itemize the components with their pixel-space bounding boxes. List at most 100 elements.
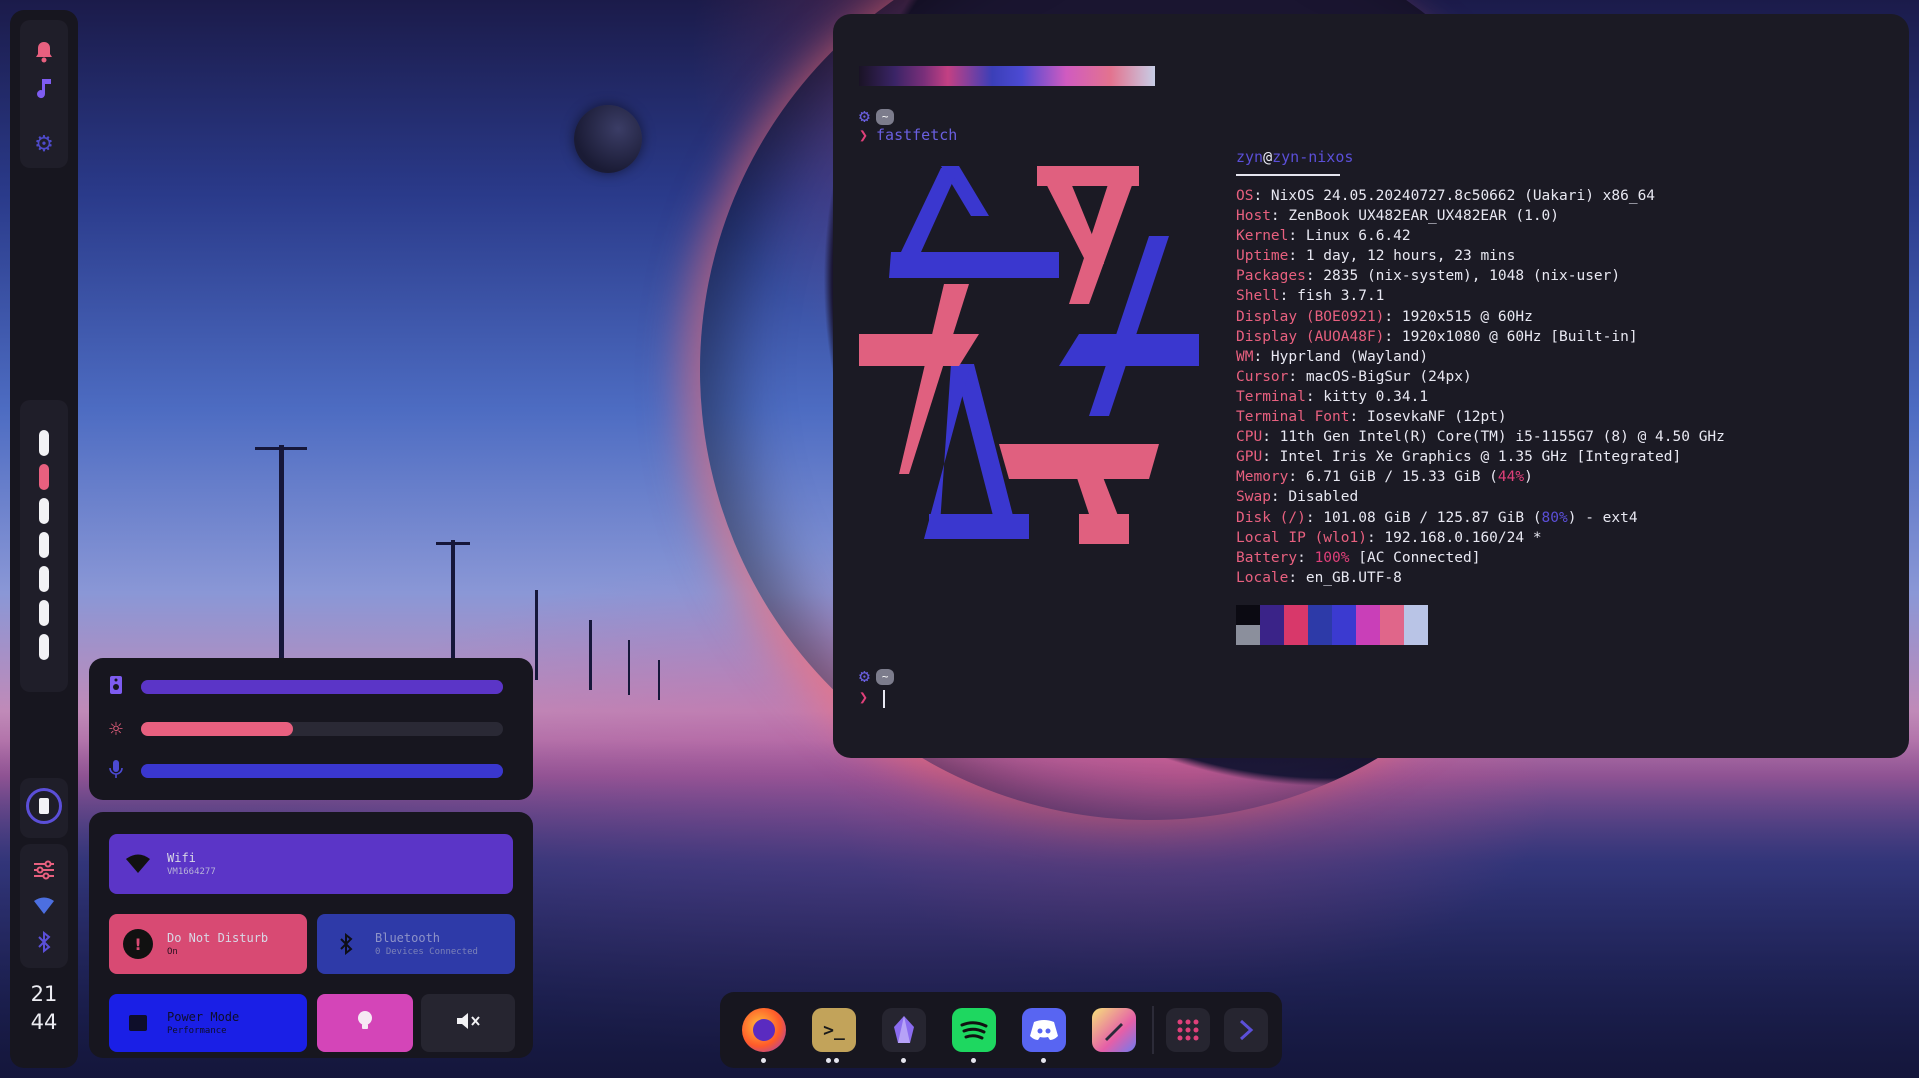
workspace-indicator-5[interactable] — [39, 566, 49, 592]
wallpaper-pole — [589, 620, 592, 690]
color-swatch — [1284, 605, 1308, 625]
system-tray-group — [20, 844, 68, 968]
fastfetch-separator — [1236, 174, 1340, 176]
nixos-logo — [859, 166, 1199, 544]
fastfetch-line: WM: Hyprland (Wayland) — [1236, 347, 1725, 367]
color-picker-icon[interactable] — [1092, 1008, 1136, 1052]
fastfetch-info: OS: NixOS 24.05.20240727.8c50662 (Uakari… — [1236, 186, 1725, 588]
running-indicator — [826, 1058, 839, 1063]
fastfetch-line: Terminal Font: IosevkaNF (12pt) — [1236, 407, 1725, 427]
battery-icon[interactable] — [26, 788, 62, 824]
power-mode-status: Performance — [167, 1026, 227, 1036]
running-indicator — [761, 1058, 766, 1063]
fastfetch-key: Terminal — [1236, 388, 1306, 405]
terminal-icon[interactable]: >_ — [812, 1008, 856, 1052]
bluetooth-toggle[interactable]: Bluetooth 0 Devices Connected — [317, 914, 515, 974]
fastfetch-value: : 2835 (nix-system), 1048 (nix-user) — [1305, 268, 1621, 285]
fastfetch-line: Memory: 6.71 GiB / 15.33 GiB (44%) — [1236, 467, 1725, 487]
color-swatch — [1308, 605, 1332, 625]
fastfetch-line: Kernel: Linux 6.6.42 — [1236, 226, 1725, 246]
wallpaper-pole — [451, 540, 455, 670]
volume-slider[interactable] — [141, 680, 503, 694]
bell-icon[interactable] — [20, 34, 68, 70]
fastfetch-percent: 80% — [1541, 509, 1568, 526]
power-mode-toggle[interactable]: Power Mode Performance — [109, 994, 307, 1052]
workspace-indicator-4[interactable] — [39, 532, 49, 558]
spotify-icon[interactable] — [952, 1008, 996, 1052]
dock: >_ — [720, 992, 1282, 1068]
text-cursor — [883, 690, 885, 708]
fastfetch-value: ) - ext4 — [1567, 509, 1638, 526]
color-swatch — [1404, 605, 1428, 625]
night-light-toggle[interactable] — [317, 994, 413, 1052]
brightness-slider[interactable] — [141, 722, 503, 736]
fastfetch-line: Disk (/): 101.08 GiB / 125.87 GiB (80%) … — [1236, 508, 1725, 528]
fastfetch-line: Battery: 100% [AC Connected] — [1236, 548, 1725, 568]
workspace-indicator-2[interactable] — [39, 464, 49, 490]
workspace-indicator-1[interactable] — [39, 430, 49, 456]
brightness-slider-row: ☼ — [103, 716, 519, 742]
workspace-indicator-6[interactable] — [39, 600, 49, 626]
fastfetch-percent: 44% — [1497, 469, 1525, 486]
running-indicator — [901, 1058, 906, 1063]
lightbulb-icon — [356, 1009, 374, 1037]
discord-icon[interactable] — [1022, 1008, 1066, 1052]
wallpaper-pole — [279, 445, 284, 665]
wifi-icon[interactable] — [20, 888, 68, 924]
muted-speaker-icon — [455, 1010, 481, 1036]
workspace-indicator-3[interactable] — [39, 498, 49, 524]
fastfetch-key: Locale — [1236, 569, 1289, 586]
gear-icon[interactable]: ⚙ — [20, 126, 68, 162]
alert-icon: ! — [123, 929, 153, 959]
fastfetch-at: @ — [1263, 148, 1273, 166]
fastfetch-value: : 192.168.0.160/24 * — [1366, 529, 1542, 546]
fastfetch-line: Swap: Disabled — [1236, 487, 1725, 507]
quick-settings-panel: Wifi VM1664277 ! Do Not Disturb On Bluet… — [89, 812, 533, 1058]
workspace-indicator-7[interactable] — [39, 634, 49, 660]
color-swatch — [1284, 625, 1308, 645]
bluetooth-status: 0 Devices Connected — [375, 947, 478, 957]
fastfetch-value: : en_GB.UTF-8 — [1288, 569, 1402, 586]
wifi-toggle[interactable]: Wifi VM1664277 — [109, 834, 513, 894]
microphone-slider[interactable] — [141, 764, 503, 778]
dnd-status: On — [167, 947, 178, 957]
speaker-icon — [103, 675, 129, 700]
fastfetch-value: : 6.71 GiB / 15.33 GiB ( — [1288, 469, 1498, 486]
fastfetch-key: Battery — [1236, 549, 1298, 566]
fastfetch-value: : 101.08 GiB / 125.87 GiB ( — [1305, 509, 1542, 526]
gear-icon: ⚙ — [859, 106, 870, 127]
sliders-icon[interactable] — [20, 852, 68, 888]
fastfetch-value: : Linux 6.6.42 — [1288, 228, 1411, 245]
firefox-icon[interactable] — [742, 1008, 786, 1052]
left-bar: ⚙ 21 44 — [10, 10, 78, 1068]
fastfetch-percent: 100% — [1314, 549, 1350, 566]
app-grid-icon[interactable] — [1166, 1008, 1210, 1052]
terminal-window[interactable]: ⚙ ~ ❯ fastfetch zyn@zyn-nixos OS: NixOS … — [833, 14, 1909, 758]
mute-toggle[interactable] — [421, 994, 515, 1052]
fastfetch-key: Disk (/) — [1236, 509, 1306, 526]
fastfetch-line: Display (AUOA48F): 1920x1080 @ 60Hz [Bui… — [1236, 327, 1725, 347]
color-swatch — [1332, 605, 1356, 625]
color-swatch — [1236, 605, 1260, 625]
bluetooth-icon[interactable] — [20, 924, 68, 960]
battery-group — [20, 778, 68, 838]
fastfetch-line: Local IP (wlo1): 192.168.0.160/24 * — [1236, 528, 1725, 548]
fastfetch-key: Display (BOE0921) — [1236, 308, 1385, 325]
color-palette-row — [1236, 625, 1428, 645]
wallpaper-pole — [255, 447, 307, 450]
prompt-header: ⚙ ~ — [859, 666, 895, 687]
command-line: ❯ fastfetch — [859, 126, 957, 144]
workspace-list — [20, 430, 68, 660]
music-note-icon[interactable] — [20, 70, 68, 106]
wallpaper-moon — [574, 105, 642, 173]
color-swatch — [1380, 605, 1404, 625]
prompt-directory: ~ — [875, 668, 895, 685]
chevron-right-icon[interactable] — [1224, 1008, 1268, 1052]
bluetooth-icon — [331, 929, 361, 959]
fastfetch-key: GPU — [1236, 449, 1263, 466]
do-not-disturb-toggle[interactable]: ! Do Not Disturb On — [109, 914, 307, 974]
microphone-slider-fill — [141, 764, 503, 778]
fastfetch-user-host: zyn@zyn-nixos — [1236, 148, 1353, 166]
obsidian-icon[interactable] — [882, 1008, 926, 1052]
audio-brightness-panel: ☼ — [89, 658, 533, 800]
